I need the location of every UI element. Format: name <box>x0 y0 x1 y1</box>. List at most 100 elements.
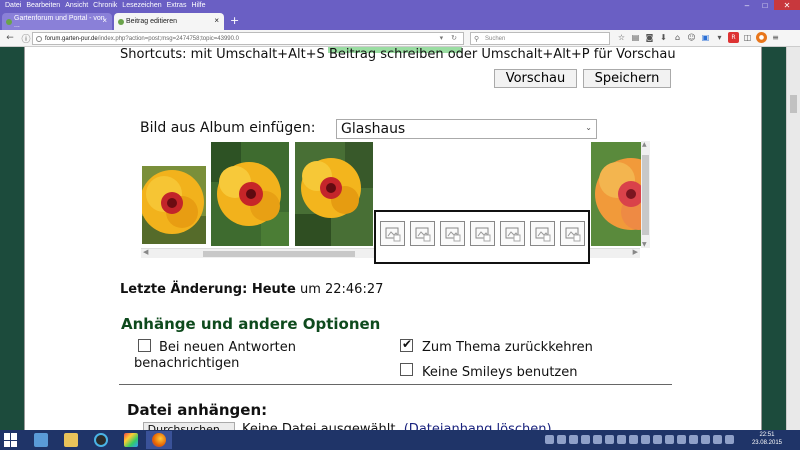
tab-label: Beitrag editieren <box>126 18 177 25</box>
tray-icon[interactable] <box>629 435 638 444</box>
gallery-vertical-scrollbar[interactable]: ▲ ▼ <box>641 141 650 248</box>
pocket-icon[interactable]: ◙ <box>644 32 655 43</box>
broken-image-icon[interactable] <box>500 221 525 246</box>
shortcuts-hint: Shortcuts: mit Umschalt+Alt+S Beitrag sc… <box>120 47 676 62</box>
url-path: /index.php?action=post;msg=2474758;topic… <box>97 35 239 42</box>
browse-button[interactable]: Durchsuchen... <box>143 422 235 430</box>
preview-button[interactable]: Vorschau <box>494 69 577 88</box>
close-tab-icon[interactable]: × <box>214 16 219 25</box>
firefox-taskbar-icon[interactable] <box>146 431 172 449</box>
clock-date: 23.08.2015 <box>751 440 782 446</box>
addon-red-icon[interactable]: R <box>728 32 739 43</box>
url-bar[interactable]: forum.garten-pur.de /index.php?action=po… <box>32 32 464 45</box>
tray-icon[interactable] <box>593 435 602 444</box>
windows-start-icon[interactable] <box>4 433 18 447</box>
close-tab-icon[interactable]: × <box>102 16 107 25</box>
chevron-down-icon: ⌄ <box>585 123 592 132</box>
search-input[interactable]: ⚲ Suchen <box>470 32 610 45</box>
bluetooth-icon[interactable] <box>701 435 710 444</box>
album-select[interactable]: Glashaus ⌄ <box>336 119 597 139</box>
save-button[interactable]: Speichern <box>583 69 671 88</box>
tray-icon[interactable] <box>569 435 578 444</box>
scroll-down-icon[interactable]: ▼ <box>642 241 647 248</box>
chat-icon[interactable]: ☺ <box>686 32 697 43</box>
close-window-icon[interactable]: ✕ <box>774 0 800 10</box>
hamburger-menu-icon[interactable]: ≡ <box>770 32 781 43</box>
hibiscus-photo-1[interactable] <box>142 166 206 244</box>
home-icon[interactable]: ⌂ <box>672 32 683 43</box>
menu-chronik[interactable]: Chronik <box>93 2 117 9</box>
desktop-app-icon[interactable] <box>28 431 54 449</box>
tray-icon[interactable] <box>665 435 674 444</box>
broken-image-icon[interactable] <box>410 221 435 246</box>
url-tools-icon[interactable]: ▾ ↻ <box>440 34 460 42</box>
tab-label: Gartenforum und Portal - von ... <box>14 14 105 29</box>
media-app-icon[interactable] <box>88 431 114 449</box>
menu-hilfe[interactable]: Hilfe <box>191 2 205 9</box>
menu-ansicht[interactable]: Ansicht <box>65 2 88 9</box>
download-icon[interactable]: ⬇ <box>658 32 669 43</box>
addon-orange-icon[interactable]: ● <box>756 32 767 43</box>
reading-list-icon[interactable]: ▤ <box>630 32 641 43</box>
no-smileys-checkbox[interactable] <box>400 363 413 376</box>
scroll-right-icon[interactable]: ▶ <box>633 248 638 256</box>
menu-datei[interactable]: Datei <box>5 2 21 9</box>
menu-lesezeichen[interactable]: Lesezeichen <box>122 2 161 9</box>
taskbar-clock[interactable]: 22:51 23.08.2015 <box>752 431 782 447</box>
clock-time: 22:51 <box>759 432 775 438</box>
tray-icon[interactable] <box>605 435 614 444</box>
broken-image-icon[interactable] <box>560 221 585 246</box>
tray-icon[interactable] <box>677 435 686 444</box>
network-icon[interactable] <box>713 435 722 444</box>
return-to-topic-checkbox[interactable] <box>400 337 413 352</box>
last-change-label: Letzte Änderung: Heute <box>120 282 296 297</box>
scroll-up-icon[interactable]: ▲ <box>642 141 647 148</box>
broken-image-icon[interactable] <box>380 221 405 246</box>
new-tab-icon[interactable]: + <box>230 14 239 27</box>
tray-icon[interactable] <box>641 435 650 444</box>
no-file-selected-text: Keine Datei ausgewählt. <box>242 422 400 430</box>
menu-extras[interactable]: Extras <box>167 2 187 9</box>
tray-icon[interactable] <box>557 435 566 444</box>
broken-image-icon[interactable] <box>440 221 465 246</box>
tray-icon[interactable] <box>617 435 626 444</box>
clear-attachment-link[interactable]: (Dateianhang löschen) <box>404 422 552 430</box>
site-identity-icon <box>36 36 42 42</box>
bookmark-star-icon[interactable]: ☆ <box>616 32 627 43</box>
back-icon[interactable]: ← <box>4 32 16 44</box>
tray-icon[interactable] <box>653 435 662 444</box>
toolbar-icons: ☆ ▤ ◙ ⬇ ⌂ ☺ ▣ ▾ R ◫ ● ≡ <box>616 32 781 43</box>
broken-image-icon[interactable] <box>530 221 555 246</box>
addon-gray-icon[interactable]: ◫ <box>742 32 753 43</box>
attach-title: Datei anhängen: <box>127 401 268 419</box>
tab-beitrag-editieren[interactable]: Beitrag editieren × <box>114 13 224 30</box>
file-explorer-icon[interactable] <box>58 431 84 449</box>
last-change-info: Letzte Änderung: Heute um 22:46:27 <box>120 282 383 297</box>
no-smileys-label: Keine Smileys benutzen <box>422 365 578 380</box>
scrollbar-thumb[interactable] <box>203 251 355 257</box>
broken-image-icon[interactable] <box>470 221 495 246</box>
scroll-left-icon[interactable]: ◀ <box>143 248 148 256</box>
last-change-time: um 22:46:27 <box>299 282 384 297</box>
volume-icon[interactable] <box>725 435 734 444</box>
tab-gartenforum[interactable]: Gartenforum und Portal - von ... × <box>2 13 112 30</box>
screen-icon[interactable]: ▣ <box>700 32 711 43</box>
hibiscus-photo-3[interactable] <box>295 142 373 246</box>
album-selected-value: Glashaus <box>341 121 406 137</box>
file-status: Keine Datei ausgewählt. (Dateianhang lös… <box>242 422 552 430</box>
minimize-icon[interactable]: – <box>738 0 756 10</box>
maximize-icon[interactable]: □ <box>756 0 774 10</box>
tray-icon[interactable] <box>545 435 554 444</box>
info-icon[interactable]: ⓘ <box>20 32 32 45</box>
photo-app-icon[interactable] <box>118 431 144 449</box>
site-favicon-icon <box>118 19 124 25</box>
tray-icon[interactable] <box>689 435 698 444</box>
page-scrollbar[interactable] <box>786 47 800 430</box>
options-section-title: Anhänge und andere Optionen <box>121 315 381 333</box>
tray-icon[interactable] <box>581 435 590 444</box>
hibiscus-photo-2[interactable] <box>211 142 289 246</box>
scrollbar-thumb[interactable] <box>642 155 649 235</box>
scrollbar-thumb[interactable] <box>790 95 797 113</box>
menu-bearbeiten[interactable]: Bearbeiten <box>26 2 60 9</box>
dropdown-icon[interactable]: ▾ <box>714 32 725 43</box>
